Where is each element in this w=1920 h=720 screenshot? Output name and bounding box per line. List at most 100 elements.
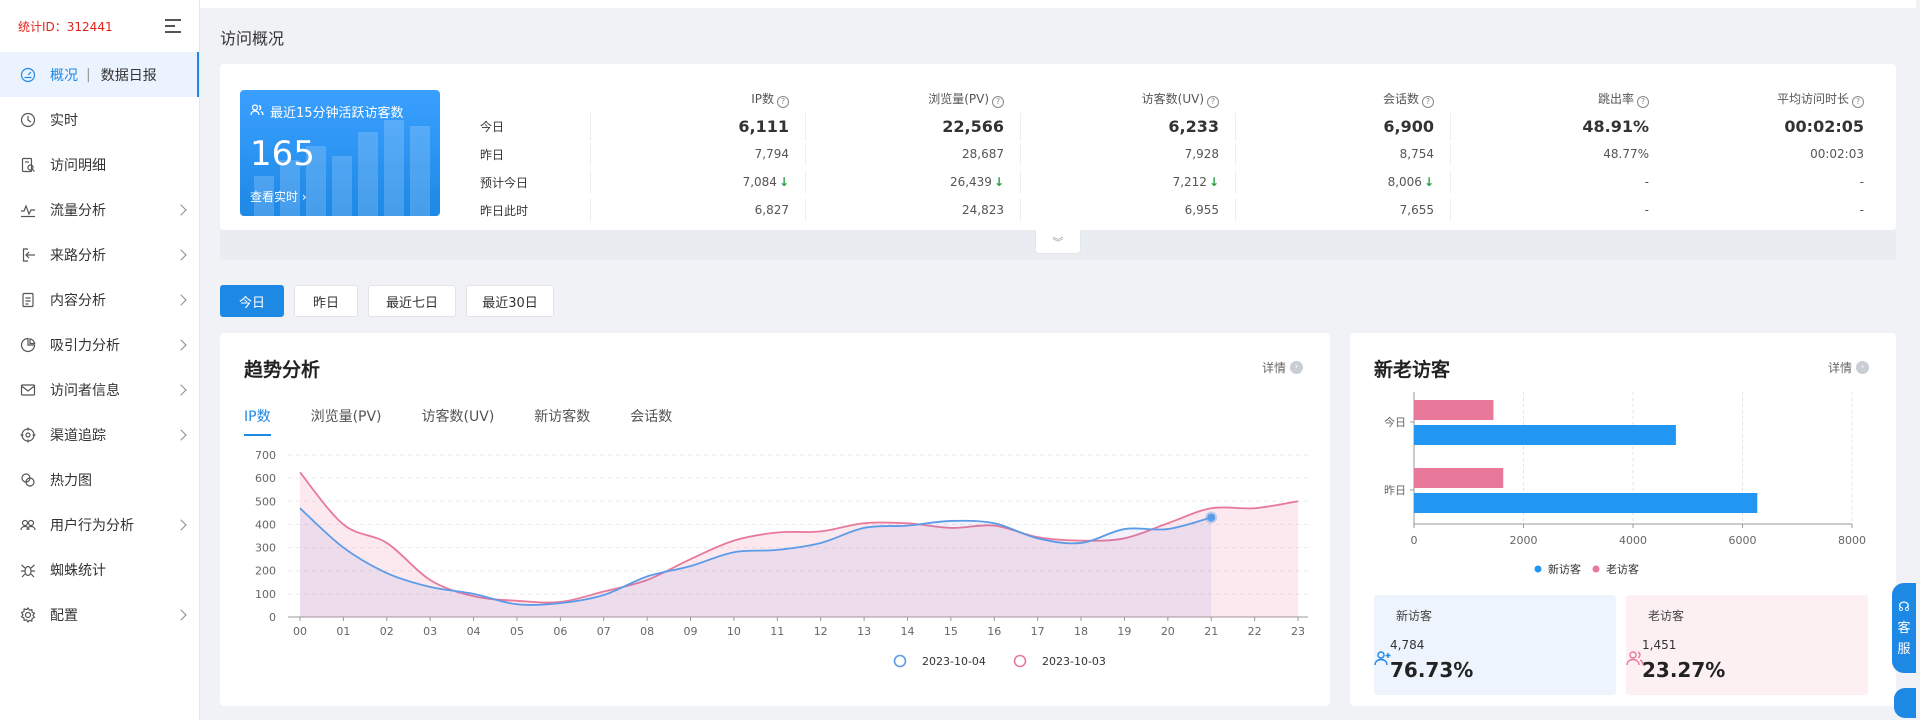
stats-row: 预计今日 7,084 ↓ 26,439 ↓ 7,212 ↓ 8,006 ↓ - - <box>480 168 1890 196</box>
x-tick-label: 6000 <box>1729 534 1757 547</box>
stats-column-header: 访客数(UV)? <box>1020 90 1235 108</box>
old-visitor-percent: 23.27% <box>1642 658 1726 682</box>
new-visitor-box: 新访客 4,784 76.73% <box>1374 595 1616 695</box>
customer-service-button[interactable]: ☊ 客 服 <box>1892 583 1916 673</box>
sidebar-item-12[interactable]: 蜘蛛统计 <box>0 547 199 592</box>
x-tick-label: 03 <box>423 625 437 638</box>
sidebar-item-3[interactable]: 访问明细 <box>0 142 199 187</box>
help-icon[interactable]: ? <box>1852 96 1864 108</box>
stats-row-label: 预计今日 <box>480 175 529 190</box>
help-icon[interactable]: ? <box>1422 96 1434 108</box>
visitors-title: 新老访客 <box>1374 359 1451 381</box>
sidebar-item-11[interactable]: 用户行为分析 <box>0 502 199 547</box>
x-tick-label: 21 <box>1204 625 1218 638</box>
stats-row: 昨日 7,794 28,687 7,928 8,754 48.77% 00:02:03 <box>480 140 1890 168</box>
sidebar-item-13[interactable]: 配置 <box>0 592 199 637</box>
chevron-right-icon <box>175 383 187 396</box>
sidebar-item-5[interactable]: 来路分析 <box>0 232 199 277</box>
sidebar-item-7[interactable]: 吸引力分析 <box>0 322 199 367</box>
sidebar-item-label: 热力图 <box>50 472 92 489</box>
line-chart-icon <box>20 202 36 218</box>
sidebar-item-4[interactable]: 流量分析 <box>0 187 199 232</box>
y-tick-label: 300 <box>255 542 276 555</box>
sidebar-item-9[interactable]: 渠道追踪 <box>0 412 199 457</box>
stats-cell: 8,006 ↓ <box>1235 171 1450 193</box>
period-button-3[interactable]: 最近30日 <box>466 285 554 317</box>
metric-tab-4[interactable]: 会话数 <box>630 406 672 436</box>
bar-old-1 <box>1414 468 1504 488</box>
stats-cell: 7,084 ↓ <box>590 171 805 193</box>
period-button-0[interactable]: 今日 <box>220 285 284 317</box>
stats-row-label: 昨日 <box>480 147 505 162</box>
legend-label: 老访客 <box>1606 562 1639 576</box>
metric-tab-1[interactable]: 浏览量(PV) <box>311 406 382 436</box>
y-tick-label: 今日 <box>1384 415 1406 429</box>
stats-cell: 8,754 <box>1235 143 1450 165</box>
stats-cell: 6,955 <box>1020 199 1235 221</box>
y-tick-label: 600 <box>255 472 276 485</box>
chat-button[interactable] <box>1894 688 1916 718</box>
last-point <box>1207 513 1216 522</box>
sidebar-item-10[interactable]: 热力图 <box>0 457 199 502</box>
period-button-1[interactable]: 昨日 <box>294 285 358 317</box>
sidebar-item-label: 流量分析 <box>50 202 106 219</box>
chevron-right-icon <box>175 518 187 531</box>
sidebar-item-label: 蜘蛛统计 <box>50 562 106 579</box>
sidebar-item-label: 吸引力分析 <box>50 337 120 354</box>
view-realtime-link[interactable]: 查看实时 › <box>250 188 307 205</box>
sidebar: 统计ID：312441 概况 | 数据日报 实时 访问明细 流量分析 来路分析 内容分析 吸引力… <box>0 0 200 720</box>
y-tick-label: 100 <box>255 588 276 601</box>
menu-collapse-icon[interactable] <box>165 19 181 33</box>
sidebar-item-1[interactable]: 概况 | 数据日报 <box>0 52 199 97</box>
sidebar-item-2[interactable]: 实时 <box>0 97 199 142</box>
chevron-right-icon <box>175 203 187 216</box>
visitors-detail-link[interactable]: 详情 › <box>1828 359 1870 376</box>
bar-old-0 <box>1414 400 1494 420</box>
sidebar-item-label: 访问明细 <box>50 157 106 174</box>
search-document-icon <box>20 157 36 173</box>
stats-cell: 7,212 ↓ <box>1020 171 1235 193</box>
metric-tab-2[interactable]: 访客数(UV) <box>422 406 495 436</box>
help-icon[interactable]: ? <box>1207 96 1219 108</box>
stat-id: 统计ID：312441 <box>18 19 113 34</box>
x-tick-label: 4000 <box>1619 534 1647 547</box>
x-tick-label: 10 <box>727 625 741 638</box>
sidebar-item-6[interactable]: 内容分析 <box>0 277 199 322</box>
stats-cell: - <box>1450 199 1665 221</box>
stats-cell: 00:02:03 <box>1810 147 1864 161</box>
stats-cell: 7,794 <box>590 143 805 165</box>
x-tick-label: 20 <box>1161 625 1175 638</box>
chevron-right-icon: › <box>1290 361 1304 374</box>
users-icon <box>250 103 264 121</box>
x-tick-label: 14 <box>900 625 914 638</box>
help-icon[interactable]: ? <box>1637 96 1649 108</box>
expand-button[interactable]: ︾ <box>1035 230 1081 254</box>
stats-cell: - <box>1859 203 1864 217</box>
legend-label: 新访客 <box>1548 562 1581 576</box>
trend-card: 趋势分析 详情 › IP数 浏览量(PV) 访客数(UV) 新访客数 会话数 0 100 20… <box>220 333 1330 706</box>
legend-marker <box>1592 565 1600 573</box>
old-visitor-box: 老访客 1,451 23.27% <box>1626 595 1868 695</box>
chevron-right-icon: › <box>1856 361 1870 374</box>
metric-tab-0[interactable]: IP数 <box>244 406 271 436</box>
help-icon[interactable]: ? <box>992 96 1004 108</box>
sidebar-subitem-daily-report[interactable]: 数据日报 <box>101 65 157 85</box>
divider: | <box>86 66 91 83</box>
x-tick-label: 02 <box>380 625 394 638</box>
x-tick-label: 11 <box>770 625 784 638</box>
x-tick-label: 12 <box>814 625 828 638</box>
old-visitor-label: 老访客 <box>1648 609 1685 623</box>
help-icon[interactable]: ? <box>777 96 789 108</box>
stats-cell: - <box>1450 171 1665 193</box>
new-visitor-label: 新访客 <box>1396 609 1433 623</box>
sidebar-item-8[interactable]: 访问者信息 <box>0 367 199 412</box>
trend-detail-link[interactable]: 详情 › <box>1262 359 1304 376</box>
period-button-2[interactable]: 最近七日 <box>368 285 456 317</box>
sidebar-header: 统计ID：312441 <box>0 0 199 52</box>
heatmap-icon <box>20 472 36 488</box>
chevron-right-icon <box>175 428 187 441</box>
old-visitor-count: 1,451 <box>1642 638 1677 652</box>
metric-tab-3[interactable]: 新访客数 <box>534 406 590 436</box>
y-tick-label: 200 <box>255 565 276 578</box>
stats-cell: 7,928 <box>1020 143 1235 165</box>
